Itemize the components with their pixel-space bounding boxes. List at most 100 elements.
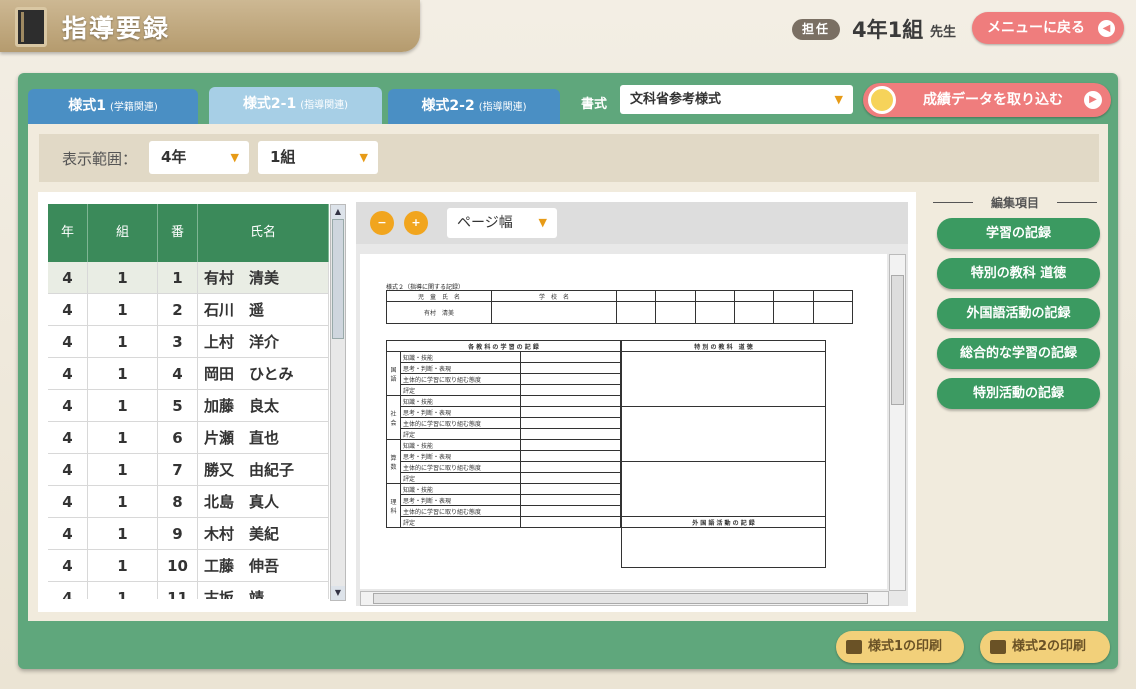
format-select[interactable]: 文科省参考様式 ▼ xyxy=(620,85,853,114)
table-scrollbar[interactable]: ▲ ▼ xyxy=(330,204,346,601)
role-badge: 担任 xyxy=(792,19,840,40)
table-cell: 4 xyxy=(48,454,88,485)
edit-special-activities-button[interactable]: 特別活動の記録 xyxy=(937,378,1100,409)
table-cell: 1 xyxy=(88,454,158,485)
table-row[interactable]: 4 1 6 片瀬 直也 xyxy=(48,422,329,454)
student-and-preview-panel: 年 組 番 氏名 4 1 1 有村 清美 4 1 2 石川 遥 4 1 3 上村 洋介 4 1 4 岡田 ひと… xyxy=(38,192,916,612)
table-cell: 7 xyxy=(158,454,198,485)
doc-subject: 理科 xyxy=(386,483,401,528)
doc-viewpoint: 評定 xyxy=(400,428,521,440)
doc-grade-cell xyxy=(520,516,621,528)
edit-section-label: 編集項目 xyxy=(928,194,1102,211)
printer-icon xyxy=(846,640,862,654)
table-cell: 北島 真人 xyxy=(198,486,329,517)
table-row[interactable]: 4 1 7 勝又 由紀子 xyxy=(48,454,329,486)
document-preview: − + ページ幅 ▼ 様式２（指導に関する記録） 児 童 氏 名学 校 名 有村 … xyxy=(356,202,908,606)
student-table: 年 組 番 氏名 4 1 1 有村 清美 4 1 2 石川 遥 4 1 3 上村 洋介 4 1 4 岡田 ひと… xyxy=(48,204,329,599)
table-row[interactable]: 4 1 3 上村 洋介 xyxy=(48,326,329,358)
scroll-down-icon[interactable]: ▼ xyxy=(331,586,345,600)
table-cell: 4 xyxy=(48,422,88,453)
import-grades-button[interactable]: 成績データを取り込む ▶ xyxy=(863,83,1111,117)
tab-sub: (指導関連) xyxy=(300,100,349,111)
sun-icon xyxy=(868,86,896,114)
table-cell: 4 xyxy=(48,294,88,325)
print-form2-label: 様式2の印刷 xyxy=(1012,639,1087,654)
doc-viewpoint: 評定 xyxy=(400,384,521,396)
tab-form2-1[interactable]: 様式2-1 (指導関連) xyxy=(209,87,382,124)
doc-viewpoint: 知識・技能 xyxy=(400,439,521,451)
doc-header-table: 児 童 氏 名学 校 名 有村 清美 xyxy=(386,290,854,324)
zoom-in-icon[interactable]: + xyxy=(404,211,428,235)
scroll-thumb[interactable] xyxy=(891,275,904,405)
table-cell: 4 xyxy=(48,518,88,549)
scroll-up-icon[interactable]: ▲ xyxy=(331,205,345,219)
doc-viewpoint: 主体的に学習に取り組む態度 xyxy=(400,505,521,517)
table-row[interactable]: 4 1 10 工藤 伸吾 xyxy=(48,550,329,582)
table-cell: 1 xyxy=(88,550,158,581)
table-cell: 石川 遥 xyxy=(198,294,329,325)
class-name: 4年1組 xyxy=(852,18,924,42)
table-cell: 1 xyxy=(88,294,158,325)
col-number: 番 xyxy=(158,204,198,262)
doc-grade-cell xyxy=(520,406,621,418)
table-row[interactable]: 4 1 9 木村 美紀 xyxy=(48,518,329,550)
content-panel: 表示範囲： 4年 ▼ 1組 ▼ 年 組 番 氏名 4 1 1 有村 清美 4 1 2 石川 遥41… xyxy=(28,124,1108,621)
class-select[interactable]: 1組 ▼ xyxy=(258,141,378,174)
table-cell: 8 xyxy=(158,486,198,517)
doc-subject: 国語 xyxy=(386,351,401,396)
print-form2-button[interactable]: 様式2の印刷 xyxy=(980,631,1110,663)
tab-label: 様式2-1 xyxy=(242,96,297,112)
table-cell: 6 xyxy=(158,422,198,453)
table-cell: 古坂 靖 xyxy=(198,582,329,599)
doc-subject: 算数 xyxy=(386,439,401,484)
edit-foreign-language-button[interactable]: 外国語活動の記録 xyxy=(937,298,1100,329)
doc-viewpoint: 思考・判断・表現 xyxy=(400,406,521,418)
table-cell: 1 xyxy=(88,262,158,293)
table-row[interactable]: 4 1 8 北島 真人 xyxy=(48,486,329,518)
scroll-thumb[interactable] xyxy=(332,219,344,339)
doc-viewpoint: 主体的に学習に取り組む態度 xyxy=(400,417,521,429)
table-cell: 1 xyxy=(88,390,158,421)
doc-grade-cell xyxy=(520,450,621,462)
table-cell: 1 xyxy=(88,422,158,453)
doc-subject: 社会 xyxy=(386,395,401,440)
print-form1-button[interactable]: 様式1の印刷 xyxy=(836,631,964,663)
table-row[interactable]: 4 1 5 加藤 良太 xyxy=(48,390,329,422)
tab-form1[interactable]: 様式1 (学籍関連) xyxy=(28,89,198,124)
zoom-out-icon[interactable]: − xyxy=(370,211,394,235)
table-row[interactable]: 4 1 4 岡田 ひとみ xyxy=(48,358,329,390)
grade-select[interactable]: 4年 ▼ xyxy=(149,141,249,174)
table-row[interactable]: 4 1 1 有村 清美 xyxy=(48,262,329,294)
doc-student-name: 有村 清美 xyxy=(386,301,492,324)
preview-vscrollbar[interactable] xyxy=(889,254,906,591)
format-value: 文科省参考様式 xyxy=(630,92,722,107)
tab-label: 様式2-2 xyxy=(421,98,475,114)
table-row[interactable]: 4 1 11 古坂 靖 xyxy=(48,582,329,599)
preview-hscrollbar[interactable] xyxy=(360,591,889,606)
edit-learning-record-button[interactable]: 学習の記録 xyxy=(937,218,1100,249)
back-to-menu-button[interactable]: メニューに戻る ◀ xyxy=(972,12,1124,44)
zoom-select[interactable]: ページ幅 ▼ xyxy=(447,208,557,238)
table-row[interactable]: 4 1 2 石川 遥 xyxy=(48,294,329,326)
edit-moral-button[interactable]: 特別の教科 道徳 xyxy=(937,258,1100,289)
doc-viewpoint: 主体的に学習に取り組む態度 xyxy=(400,373,521,385)
teacher-suffix: 先生 xyxy=(930,25,957,40)
chevron-down-icon: ▼ xyxy=(834,93,843,106)
doc-hdr-name: 児 童 氏 名 xyxy=(386,290,492,302)
table-cell: 5 xyxy=(158,390,198,421)
format-label: 書式 xyxy=(581,97,608,112)
table-cell: 1 xyxy=(88,518,158,549)
doc-grade-cell xyxy=(520,351,621,363)
tab-form2-2[interactable]: 様式2-2 (指導関連) xyxy=(388,89,560,124)
edit-integrated-study-button[interactable]: 総合的な学習の記録 xyxy=(937,338,1100,369)
table-cell: 10 xyxy=(158,550,198,581)
range-bar: 表示範囲： 4年 ▼ 1組 ▼ xyxy=(39,134,1099,182)
col-grade: 年 xyxy=(48,204,88,262)
scroll-thumb[interactable] xyxy=(373,593,868,604)
doc-viewpoint: 主体的に学習に取り組む態度 xyxy=(400,461,521,473)
doc-grade-cell xyxy=(520,373,621,385)
doc-grade-cell xyxy=(520,494,621,506)
table-cell: 1 xyxy=(88,486,158,517)
col-class: 組 xyxy=(88,204,158,262)
doc-hdr-school: 学 校 名 xyxy=(491,290,617,302)
